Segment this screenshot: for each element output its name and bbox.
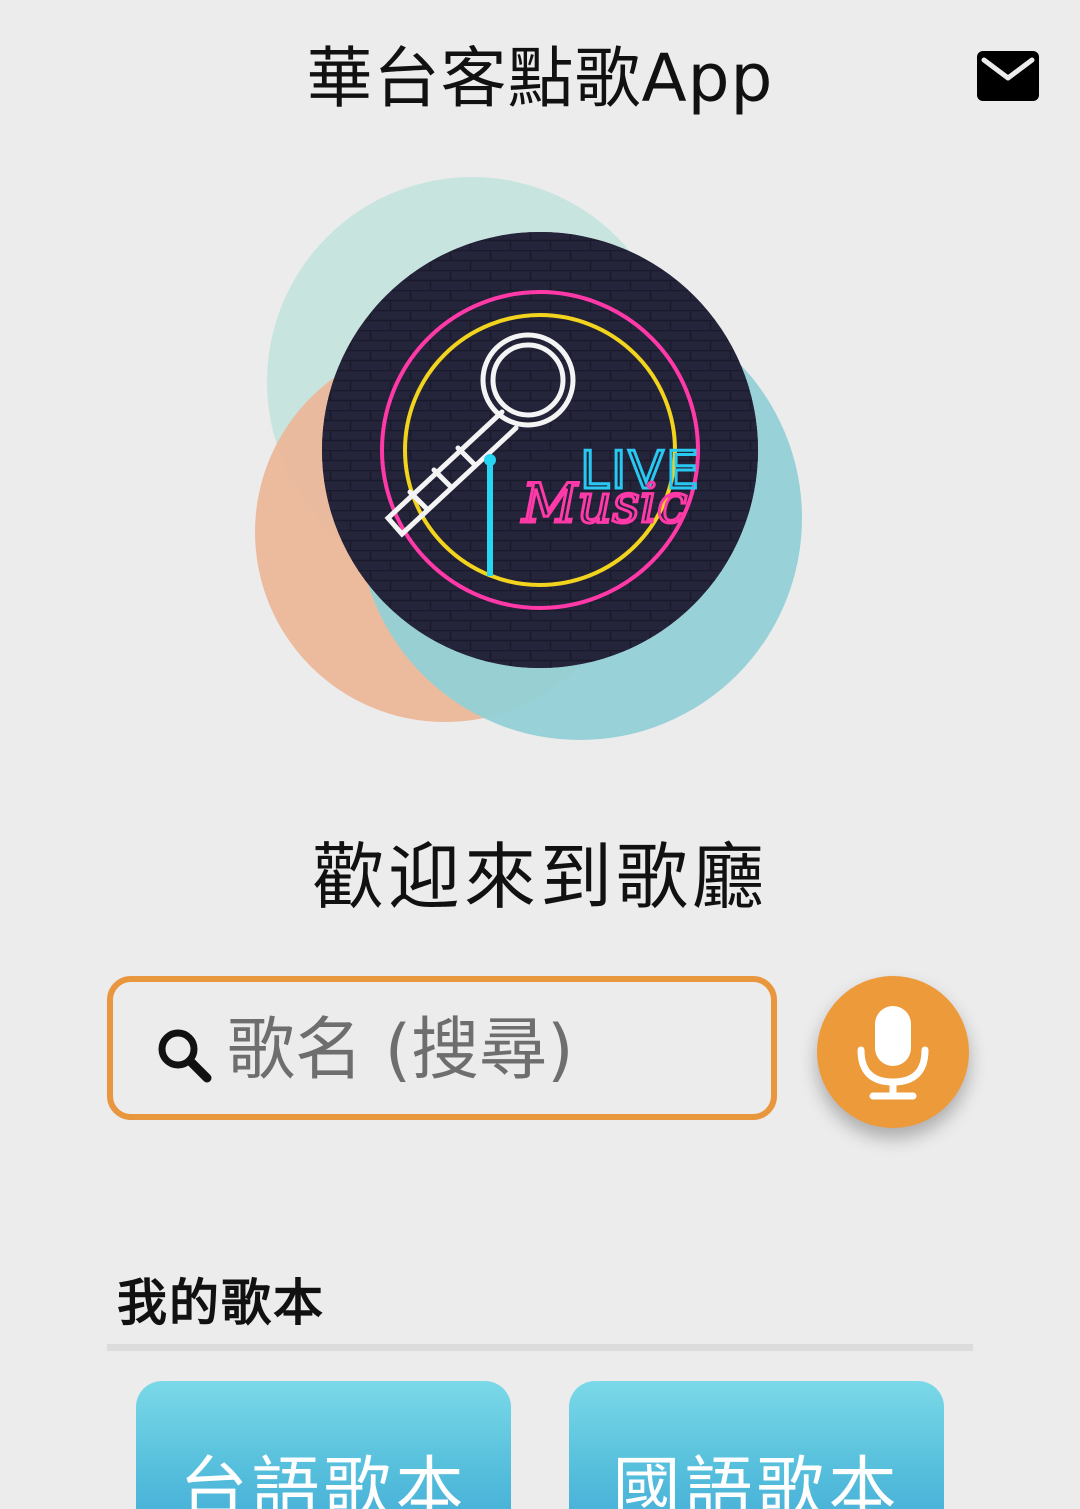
app-screen: 華台客點歌App LIVE Music 歡迎來到歌廳 歌名 (搜尋) 我的歌本 … xyxy=(0,0,1080,1509)
logo-music-text: Music xyxy=(521,472,687,535)
songbook-label: 國語歌本 xyxy=(612,1450,901,1509)
section-divider xyxy=(107,1344,973,1351)
search-icon xyxy=(158,1029,212,1083)
voice-search-button[interactable] xyxy=(817,976,969,1128)
songbook-mandarin-button[interactable]: 國語歌本 xyxy=(569,1381,944,1509)
microphone-icon xyxy=(857,1006,929,1100)
songbook-label: 台語歌本 xyxy=(179,1450,468,1509)
songbook-taiwanese-button[interactable]: 台語歌本 xyxy=(136,1381,511,1509)
app-title: 華台客點歌App xyxy=(306,40,774,117)
mail-button[interactable] xyxy=(976,50,1040,102)
songbooks-section-title: 我的歌本 xyxy=(117,1274,325,1332)
search-input[interactable] xyxy=(227,1000,757,1100)
search-box[interactable] xyxy=(107,976,777,1120)
hero-logo: LIVE Music xyxy=(240,150,840,750)
mail-icon xyxy=(977,51,1039,101)
welcome-heading: 歡迎來到歌廳 xyxy=(311,835,768,919)
